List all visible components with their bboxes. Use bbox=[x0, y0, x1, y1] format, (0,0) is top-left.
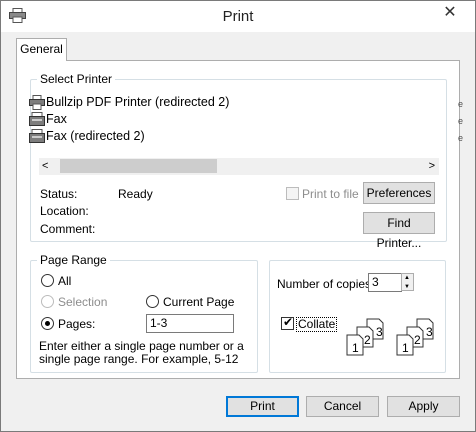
select-printer-legend: Select Printer bbox=[37, 72, 116, 86]
collate-icon: 3 2 1 bbox=[343, 317, 393, 357]
collate-page-number: 3 bbox=[376, 325, 383, 339]
apply-button[interactable]: Apply bbox=[387, 396, 460, 417]
printer-list[interactable]: Bullzip PDF Printer (redirected 2) Fax F… bbox=[26, 92, 463, 154]
page-range-legend: Page Range bbox=[37, 253, 110, 267]
fax-icon bbox=[29, 129, 45, 149]
printer-name: Bullzip PDF Printer (redirected 2) bbox=[46, 95, 230, 109]
print-to-file-label: Print to file bbox=[302, 187, 359, 201]
printer-list-scrollbar[interactable]: < > bbox=[39, 158, 439, 175]
title-bar: Print ✕ bbox=[1, 1, 475, 32]
preferences-button[interactable]: Preferences bbox=[363, 182, 435, 204]
collate-label: Collate bbox=[296, 317, 338, 332]
collate-page-number: 3 bbox=[426, 325, 433, 339]
overflow-mark: e bbox=[458, 99, 464, 109]
print-to-file-checkbox[interactable] bbox=[286, 187, 299, 200]
pages-input[interactable]: 1-3 bbox=[146, 314, 234, 333]
all-pages-radio[interactable] bbox=[41, 274, 54, 287]
close-icon: ✕ bbox=[443, 4, 457, 21]
current-page-label: Current Page bbox=[163, 295, 235, 309]
tab-general[interactable]: General bbox=[16, 38, 67, 61]
printer-name: Fax bbox=[46, 112, 67, 126]
collate-page-number: 1 bbox=[352, 341, 359, 355]
close-button[interactable]: ✕ bbox=[427, 2, 473, 25]
print-button[interactable]: Print bbox=[226, 396, 299, 417]
overflow-mark: e bbox=[458, 116, 464, 126]
collate-page-number: 1 bbox=[402, 341, 409, 355]
collate-checkbox[interactable] bbox=[281, 315, 294, 330]
comment-label: Comment: bbox=[40, 222, 96, 236]
spin-up-icon[interactable]: ▲ bbox=[404, 274, 410, 282]
pages-label: Pages: bbox=[58, 317, 96, 331]
current-page-radio[interactable] bbox=[146, 295, 159, 308]
collate-page-number: 2 bbox=[414, 333, 421, 347]
copies-label: Number of copies: bbox=[277, 277, 375, 291]
printer-name: Fax (redirected 2) bbox=[46, 129, 145, 143]
status-value: Ready bbox=[118, 187, 153, 201]
copies-input[interactable]: 3 bbox=[368, 273, 402, 292]
scroll-left-arrow-icon[interactable]: < bbox=[42, 158, 48, 175]
selection-label: Selection bbox=[58, 295, 108, 309]
spin-down-icon[interactable]: ▼ bbox=[404, 283, 410, 291]
cancel-button[interactable]: Cancel bbox=[306, 396, 379, 417]
window-title: Print bbox=[222, 8, 254, 25]
page-range-hint: Enter either a single page number or a s… bbox=[39, 339, 244, 366]
scroll-right-arrow-icon[interactable]: > bbox=[429, 158, 435, 175]
all-pages-label: All bbox=[58, 274, 72, 288]
print-dialog: Print ✕ General Select Printer Bullzip P… bbox=[0, 0, 476, 432]
copies-stepper[interactable]: ▲ ▼ bbox=[401, 273, 414, 291]
location-label: Location: bbox=[40, 204, 89, 218]
collate-page-number: 2 bbox=[364, 333, 371, 347]
overflow-mark: e bbox=[458, 133, 464, 143]
scrollbar-thumb[interactable] bbox=[60, 159, 217, 173]
find-printer-button[interactable]: Find Printer... bbox=[363, 212, 435, 250]
collate-icon: 3 2 1 bbox=[393, 317, 443, 357]
status-label: Status: bbox=[40, 187, 78, 201]
selection-radio[interactable] bbox=[41, 295, 54, 308]
pages-radio[interactable] bbox=[41, 317, 54, 330]
